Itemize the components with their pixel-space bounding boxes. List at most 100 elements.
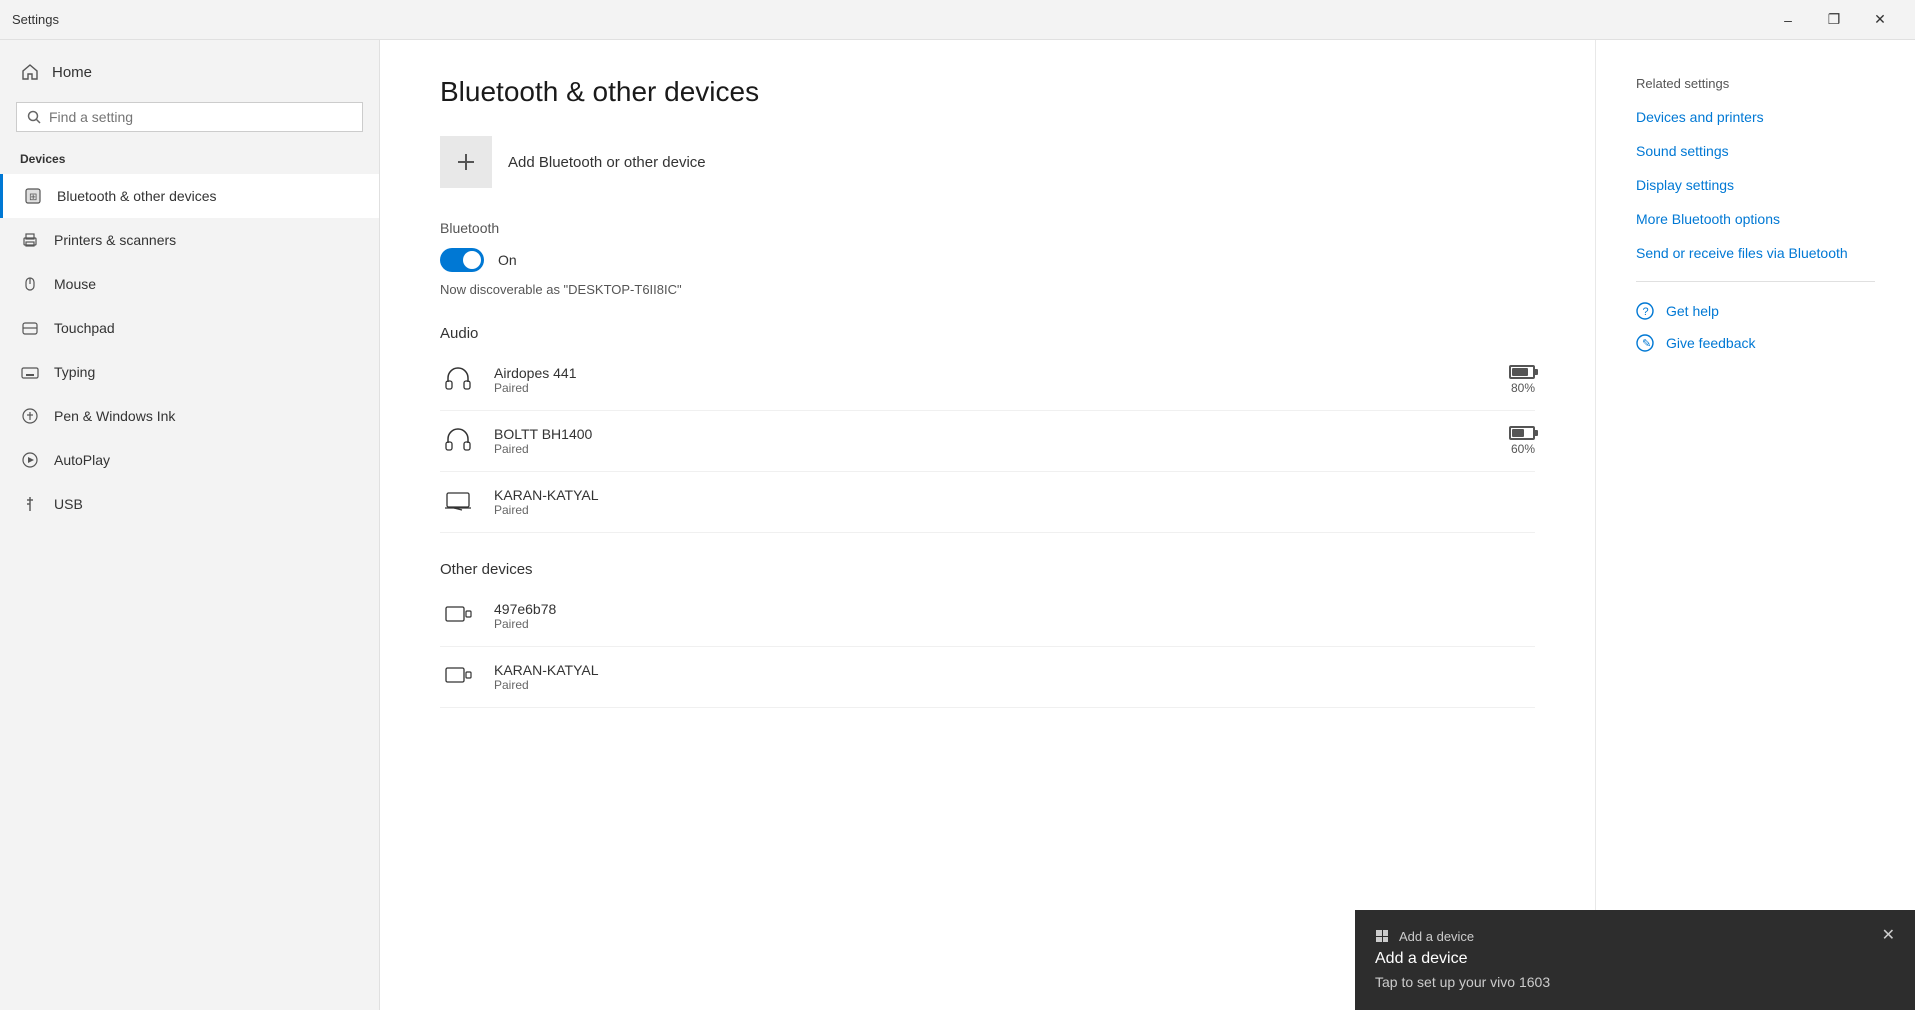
device-info: 497e6b78 Paired (494, 601, 1535, 631)
list-item[interactable]: 497e6b78 Paired (440, 586, 1535, 647)
app-body: Home Devices ⊞ (0, 40, 1915, 1010)
headphones-icon (440, 362, 476, 398)
list-item[interactable]: Airdopes 441 Paired 80% (440, 350, 1535, 411)
related-settings-title: Related settings (1636, 76, 1875, 91)
device-name: KARAN-KATYAL (494, 487, 1517, 503)
toggle-label: On (498, 252, 517, 268)
sidebar-touchpad-label: Touchpad (54, 320, 115, 336)
battery-percentage: 80% (1511, 381, 1535, 395)
toast-header-label: Add a device (1399, 929, 1474, 944)
sidebar-item-pen[interactable]: Pen & Windows Ink (0, 394, 379, 438)
discoverable-text: Now discoverable as "DESKTOP-T6II8IC" (440, 282, 1535, 297)
list-item[interactable]: BOLTT BH1400 Paired 60% (440, 411, 1535, 472)
device-status: Paired (494, 381, 1491, 395)
toast-close-button[interactable]: ✕ (1882, 928, 1895, 944)
related-link-display[interactable]: Display settings (1636, 177, 1875, 193)
maximize-button[interactable]: ❐ (1811, 0, 1857, 40)
bluetooth-icon: ⊞ (23, 186, 43, 206)
list-item[interactable]: KARAN-KATYAL Paired (440, 472, 1535, 533)
bluetooth-section-title: Bluetooth (440, 220, 1535, 236)
sidebar-home-label: Home (52, 64, 92, 81)
device-name: KARAN-KATYAL (494, 662, 1535, 678)
device-name: 497e6b78 (494, 601, 1535, 617)
device-info: BOLTT BH1400 Paired (494, 426, 1491, 456)
device-name: BOLTT BH1400 (494, 426, 1491, 442)
search-input[interactable] (49, 109, 352, 125)
touchpad-icon (20, 318, 40, 338)
pen-icon (20, 406, 40, 426)
main-content: Bluetooth & other devices Add Bluetooth … (380, 40, 1595, 1010)
related-link-devices-printers[interactable]: Devices and printers (1636, 109, 1875, 125)
device-name: Airdopes 441 (494, 365, 1491, 381)
battery-icon (1509, 426, 1535, 440)
device-battery: 60% (1509, 426, 1535, 456)
other-section-header: Other devices (440, 561, 1535, 578)
sidebar-mouse-label: Mouse (54, 276, 96, 292)
search-box[interactable] (16, 102, 363, 132)
related-divider (1636, 281, 1875, 282)
device-other-icon2 (440, 659, 476, 695)
battery-icon (1509, 365, 1535, 379)
add-device-icon-box (440, 136, 492, 188)
usb-icon (20, 494, 40, 514)
battery-bar (1509, 365, 1535, 379)
device-status: Paired (494, 617, 1535, 631)
related-link-send-receive[interactable]: Send or receive files via Bluetooth (1636, 245, 1875, 261)
minimize-button[interactable]: – (1765, 0, 1811, 40)
sidebar-pen-label: Pen & Windows Ink (54, 408, 175, 424)
toast-body: Tap to set up your vivo 1603 (1375, 974, 1895, 990)
svg-text:⊞: ⊞ (29, 192, 37, 203)
toggle-knob (463, 251, 481, 269)
mouse-icon (20, 274, 40, 294)
sidebar-autoplay-label: AutoPlay (54, 452, 110, 468)
device-battery: 80% (1509, 365, 1535, 395)
page-title: Bluetooth & other devices (440, 76, 1535, 108)
sidebar-item-printers[interactable]: Printers & scanners (0, 218, 379, 262)
device-status: Paired (494, 678, 1535, 692)
related-link-sound[interactable]: Sound settings (1636, 143, 1875, 159)
add-device-button[interactable]: Add Bluetooth or other device (440, 136, 1535, 188)
list-item[interactable]: KARAN-KATYAL Paired (440, 647, 1535, 708)
audio-section-header: Audio (440, 325, 1535, 342)
laptop-icon (440, 484, 476, 520)
give-feedback-item[interactable]: ✎ Give feedback (1636, 334, 1875, 352)
give-feedback-label: Give feedback (1666, 335, 1756, 351)
device-info: Airdopes 441 Paired (494, 365, 1491, 395)
toast-title: Add a device (1375, 950, 1895, 968)
toast-window-icon (1375, 929, 1389, 943)
sidebar-item-bluetooth[interactable]: ⊞ Bluetooth & other devices (0, 174, 379, 218)
printer-icon (20, 230, 40, 250)
toast-notification: Add a device ✕ Add a device Tap to set u… (1355, 910, 1915, 1010)
get-help-item[interactable]: ? Get help (1636, 302, 1875, 320)
bluetooth-toggle-row: On (440, 248, 1535, 272)
toast-header-left: Add a device (1375, 929, 1474, 944)
sidebar-item-home[interactable]: Home (0, 50, 379, 94)
toast-header: Add a device ✕ (1375, 928, 1895, 944)
get-help-label: Get help (1666, 303, 1719, 319)
related-link-more-bt[interactable]: More Bluetooth options (1636, 211, 1875, 227)
plus-icon (454, 150, 478, 174)
sidebar-section-label: Devices (0, 148, 379, 174)
close-button[interactable]: ✕ (1857, 0, 1903, 40)
title-bar-left: Settings (12, 12, 59, 27)
home-icon (20, 62, 40, 82)
battery-percentage: 60% (1511, 442, 1535, 456)
sidebar-item-typing[interactable]: Typing (0, 350, 379, 394)
sidebar-printers-label: Printers & scanners (54, 232, 176, 248)
title-bar-controls: – ❐ ✕ (1765, 0, 1903, 40)
help-circle-icon: ? (1636, 302, 1654, 320)
sidebar-item-touchpad[interactable]: Touchpad (0, 306, 379, 350)
sidebar-bluetooth-label: Bluetooth & other devices (57, 188, 217, 204)
related-settings-panel: Related settings Devices and printers So… (1595, 40, 1915, 1010)
sidebar-item-autoplay[interactable]: AutoPlay (0, 438, 379, 482)
settings-window: Settings – ❐ ✕ Home (0, 0, 1915, 1010)
sidebar: Home Devices ⊞ (0, 40, 380, 1010)
sidebar-item-mouse[interactable]: Mouse (0, 262, 379, 306)
search-icon (27, 110, 41, 124)
autoplay-icon (20, 450, 40, 470)
svg-text:✎: ✎ (1642, 338, 1651, 350)
sidebar-item-usb[interactable]: USB (0, 482, 379, 526)
device-info: KARAN-KATYAL Paired (494, 487, 1517, 517)
headphones-icon (440, 423, 476, 459)
bluetooth-toggle[interactable] (440, 248, 484, 272)
